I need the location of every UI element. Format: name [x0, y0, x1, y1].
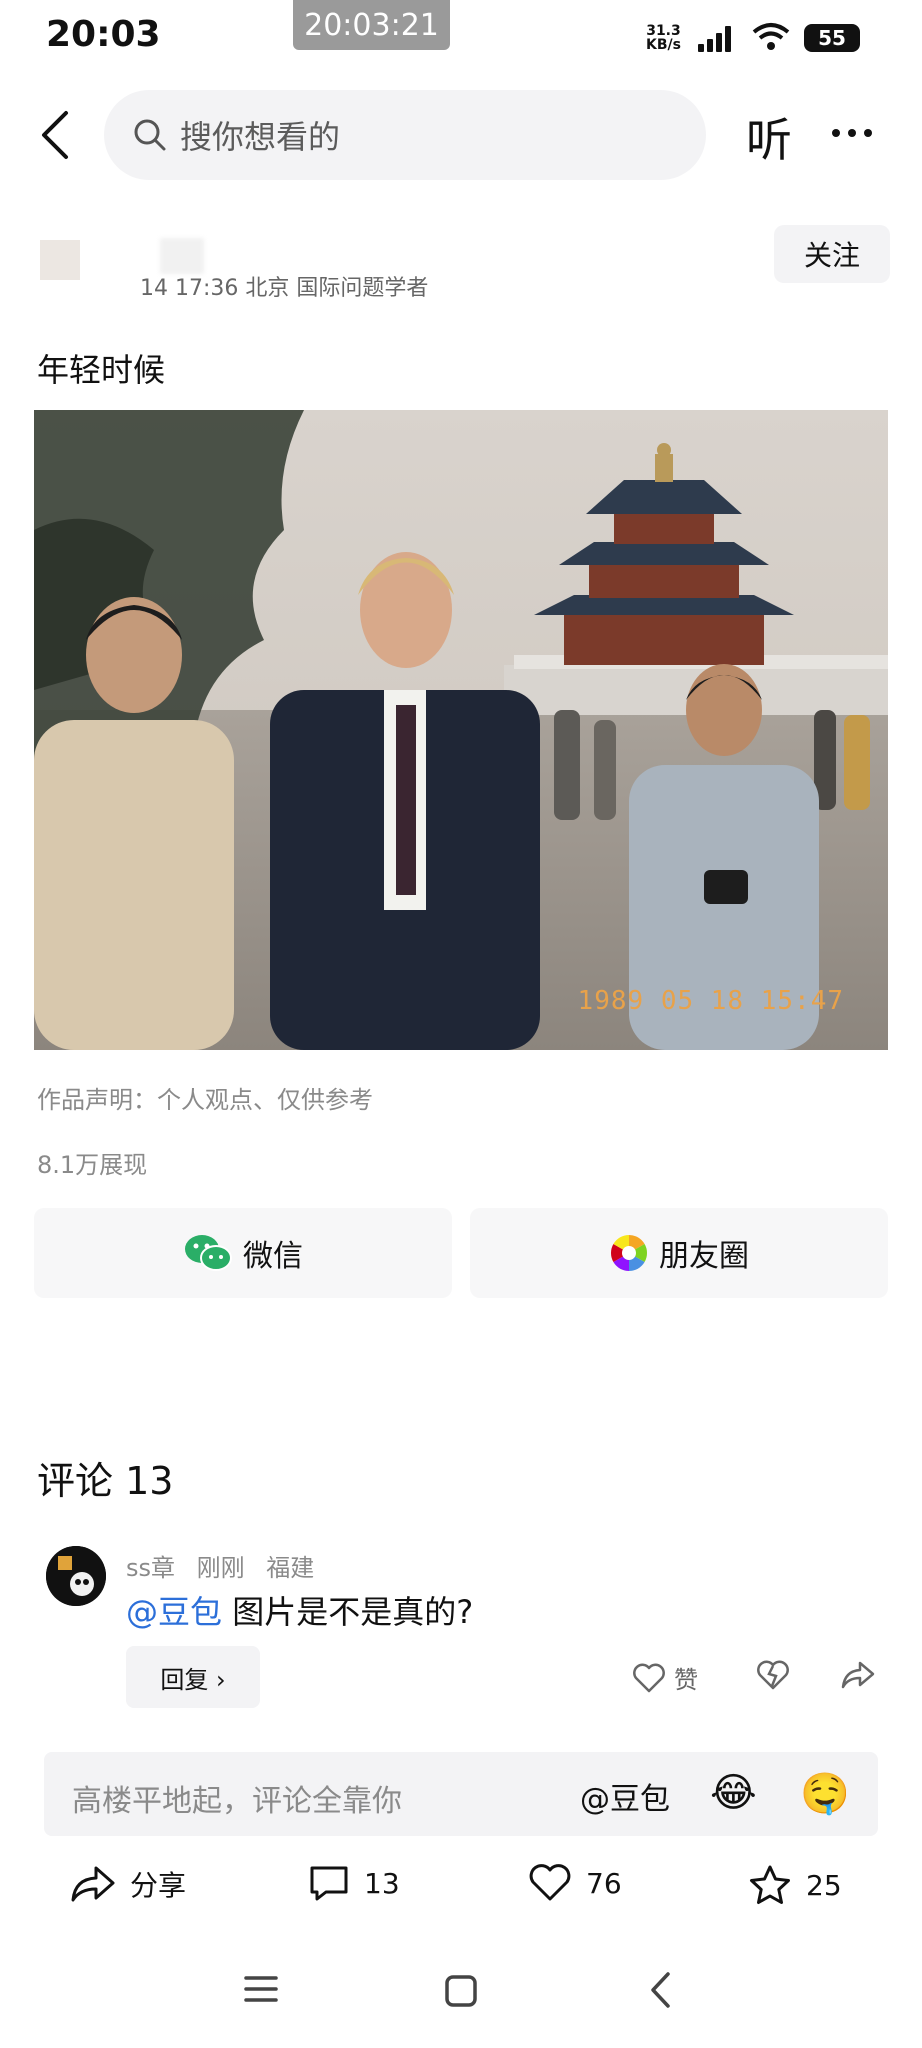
comment-text: 图片是不是真的? — [232, 1593, 474, 1631]
comment-mention[interactable]: @豆包 — [126, 1593, 222, 1631]
back-button[interactable] — [30, 104, 80, 166]
wifi-icon — [752, 23, 790, 50]
menu-icon[interactable] — [244, 1972, 278, 2006]
comment-like-button[interactable]: 赞 — [632, 1660, 698, 1695]
share-wechat-button[interactable]: 微信 — [34, 1208, 452, 1298]
view-count: 8.1万展现 — [37, 1151, 148, 1179]
post-text: 年轻时候 — [37, 351, 166, 389]
like-button[interactable]: 76 — [528, 1864, 622, 1902]
favorite-count: 25 — [806, 1868, 842, 1902]
share-wechat-label: 微信 — [243, 1239, 303, 1274]
comments-title: 评论 13 — [37, 1459, 174, 1503]
listen-button[interactable]: 听 — [746, 104, 792, 170]
chevron-left-icon — [42, 111, 68, 159]
moments-icon — [610, 1235, 648, 1271]
share-label: 分享 — [130, 1869, 187, 1902]
drool-emoji-icon[interactable]: 🤤 — [800, 1770, 850, 1817]
heart-icon — [529, 1864, 571, 1901]
comment-button[interactable]: 13 — [308, 1864, 400, 1902]
wechat-icon — [185, 1235, 232, 1271]
search-placeholder: 搜你想看的 — [180, 118, 341, 156]
photo-date-stamp: 1989 05 18 15:47 — [577, 986, 844, 1016]
comment-count: 13 — [364, 1866, 400, 1900]
signal-icon — [698, 26, 731, 52]
share-moments-label: 朋友圈 — [659, 1239, 749, 1274]
mention-doubao-button[interactable]: @豆包 — [580, 1774, 670, 1818]
comment-icon — [310, 1866, 348, 1901]
like-count: 76 — [586, 1866, 622, 1900]
search-input[interactable]: 搜你想看的 — [104, 90, 706, 180]
screenshot-time-overlay: 20:03:21 — [293, 0, 450, 50]
photo-illustration — [34, 410, 888, 1050]
share-icon — [71, 1866, 115, 1902]
comment-username[interactable]: ss章 — [126, 1554, 175, 1582]
comment-time: 刚刚 — [196, 1554, 245, 1582]
network-speed: 31.3 KB/s — [646, 23, 681, 53]
nav-back-icon[interactable] — [648, 1970, 674, 2010]
comment-share-icon[interactable] — [840, 1660, 876, 1690]
home-icon[interactable] — [444, 1974, 478, 2008]
favorite-button[interactable]: 25 — [748, 1864, 842, 1906]
avatar-icon — [46, 1546, 106, 1606]
comment-input-placeholder: 高楼平地起，评论全靠你 — [72, 1784, 402, 1819]
comment-meta: ss章 刚刚 福建 — [126, 1548, 314, 1583]
laugh-cry-emoji-icon[interactable]: 😂 — [710, 1770, 757, 1816]
star-icon — [750, 1865, 790, 1904]
heart-icon — [633, 1663, 665, 1692]
content-statement: 作品声明：个人观点、仅供参考 — [37, 1086, 373, 1114]
follow-button[interactable]: 关注 — [774, 225, 890, 283]
more-icon[interactable] — [832, 118, 878, 148]
comment-body: @豆包 图片是不是真的? — [126, 1587, 473, 1633]
share-moments-button[interactable]: 朋友圈 — [470, 1208, 888, 1298]
post-photo[interactable]: 1989 05 18 15:47 — [34, 410, 888, 1050]
author-avatar[interactable] — [40, 240, 80, 280]
share-button[interactable]: 分享 — [70, 1864, 186, 1904]
author-name[interactable] — [160, 238, 204, 274]
reply-button[interactable]: 回复 › — [126, 1646, 260, 1708]
battery-icon: 55 — [804, 24, 860, 52]
comment-like-label: 赞 — [674, 1666, 698, 1694]
status-time: 20:03 — [46, 14, 161, 55]
broken-heart-icon[interactable] — [756, 1660, 790, 1690]
comment-avatar[interactable] — [46, 1546, 106, 1606]
comment-location: 福建 — [266, 1554, 315, 1582]
search-icon — [134, 119, 166, 151]
post-meta: 14 17:36 北京 国际问题学者 — [140, 276, 429, 301]
